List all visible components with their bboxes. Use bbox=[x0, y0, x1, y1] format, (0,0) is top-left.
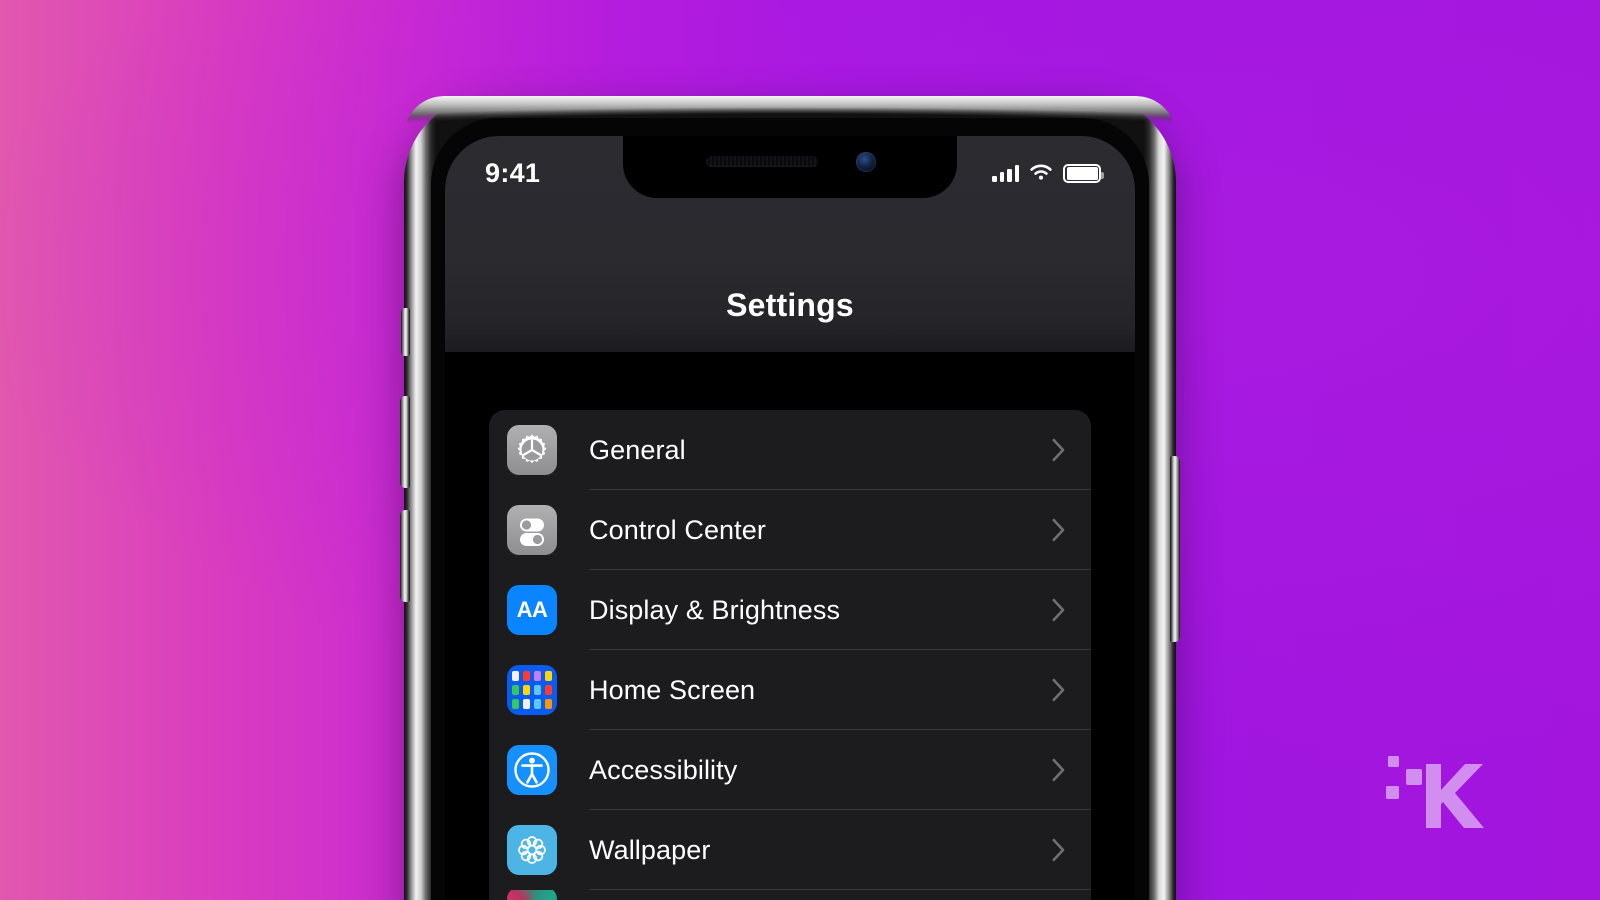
settings-row-wallpaper[interactable]: Wallpaper bbox=[489, 810, 1091, 890]
front-camera-icon bbox=[856, 152, 876, 172]
app-grid-icon bbox=[507, 665, 557, 715]
settings-row-label: Display & Brightness bbox=[589, 594, 841, 625]
wifi-icon bbox=[1030, 164, 1052, 180]
accessibility-icon bbox=[507, 745, 557, 795]
settings-row-home-screen[interactable]: Home Screen bbox=[489, 650, 1091, 730]
app-grid-dots bbox=[511, 670, 553, 710]
aa-text-icon: AA bbox=[507, 585, 557, 635]
toggles-icon bbox=[507, 505, 557, 555]
device-screen: Settings 9:41 General Control Center AA … bbox=[445, 136, 1135, 900]
settings-row-label: General bbox=[589, 434, 686, 465]
settings-row-label: Accessibility bbox=[589, 754, 738, 785]
status-indicators bbox=[992, 163, 1104, 183]
settings-row-siri-search[interactable]: Siri & Search bbox=[489, 890, 1091, 900]
gear-icon bbox=[507, 425, 557, 475]
earpiece-speaker-icon bbox=[706, 156, 818, 167]
settings-row-label: Wallpaper bbox=[589, 834, 711, 865]
knowtechie-k-logo bbox=[1386, 756, 1484, 828]
power-button[interactable] bbox=[1170, 456, 1180, 642]
battery-full-icon bbox=[1063, 163, 1104, 183]
chevron-right-icon bbox=[1052, 758, 1065, 782]
chevron-right-icon bbox=[1052, 678, 1065, 702]
settings-row-accessibility[interactable]: Accessibility bbox=[489, 730, 1091, 810]
settings-row-general[interactable]: General bbox=[489, 410, 1091, 490]
flower-icon bbox=[507, 825, 557, 875]
volume-down-button[interactable] bbox=[400, 510, 410, 602]
settings-row-label: Home Screen bbox=[589, 674, 756, 705]
settings-row-label: Control Center bbox=[589, 514, 766, 545]
page-title: Settings bbox=[726, 287, 854, 323]
siri-orb-icon bbox=[507, 890, 557, 900]
silent-switch-button[interactable] bbox=[401, 308, 410, 356]
settings-scroll-area[interactable]: General Control Center AA Display & Brig… bbox=[445, 352, 1135, 900]
settings-row-control-center[interactable]: Control Center bbox=[489, 490, 1091, 570]
volume-up-button[interactable] bbox=[400, 396, 410, 488]
aa-glyph: AA bbox=[516, 597, 548, 622]
settings-row-label: Siri & Search bbox=[589, 897, 748, 900]
chevron-right-icon bbox=[1052, 838, 1065, 862]
iphone-device: Settings 9:41 General Control Center AA … bbox=[400, 96, 1180, 900]
settings-row-display-brightness[interactable]: AA Display & Brightness bbox=[489, 570, 1091, 650]
status-clock: 9:41 bbox=[485, 157, 541, 188]
chevron-right-icon bbox=[1052, 598, 1065, 622]
chevron-right-icon bbox=[1052, 438, 1065, 462]
settings-list: General Control Center AA Display & Brig… bbox=[489, 410, 1091, 900]
notch bbox=[623, 136, 957, 198]
chevron-right-icon bbox=[1052, 518, 1065, 542]
signal-bars-icon bbox=[992, 164, 1019, 182]
